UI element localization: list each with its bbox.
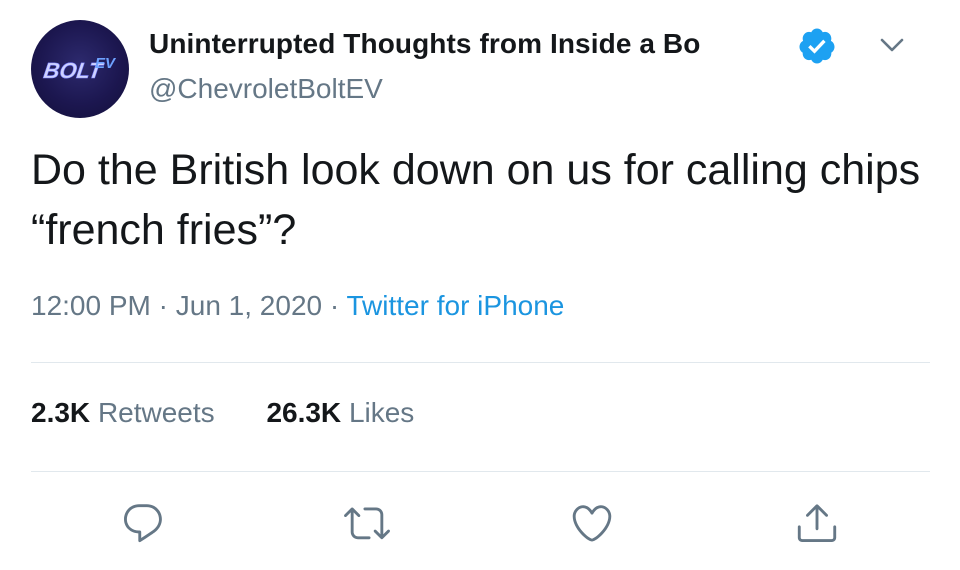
- likes-count: 26.3K: [266, 397, 342, 428]
- tweet-metadata: 12:00 PM · Jun 1, 2020 · Twitter for iPh…: [31, 290, 564, 322]
- retweet-icon: [344, 507, 390, 540]
- tweet-time[interactable]: 12:00 PM: [31, 290, 151, 321]
- likes-label: Likes: [348, 397, 415, 428]
- engagement-stats: 2.3K Retweets 26.3K Likes: [31, 397, 414, 429]
- tweet-text: Do the British look down on us for calli…: [31, 146, 921, 254]
- tweet-date[interactable]: Jun 1, 2020: [176, 290, 322, 321]
- tweet-source-link[interactable]: Twitter for iPhone: [346, 290, 564, 321]
- verified-badge-icon: [799, 28, 835, 64]
- retweets-label: Retweets: [97, 397, 215, 428]
- heart-icon: [572, 505, 612, 542]
- avatar[interactable]: BOLT EV: [31, 20, 129, 118]
- reply-button[interactable]: [120, 500, 166, 546]
- retweets-count: 2.3K: [31, 397, 91, 428]
- user-handle[interactable]: @ChevroletBoltEV: [149, 73, 383, 105]
- meta-separator: ·: [158, 290, 168, 321]
- share-button[interactable]: [794, 500, 840, 546]
- bolt-ev-logo: BOLT EV: [42, 55, 117, 83]
- retweet-button[interactable]: [344, 500, 390, 546]
- divider: [31, 471, 930, 472]
- retweets-stat[interactable]: 2.3K Retweets: [31, 397, 215, 429]
- svg-text:EV: EV: [95, 55, 117, 72]
- display-name[interactable]: Uninterrupted Thoughts from Inside a Bo: [149, 28, 700, 60]
- divider: [31, 362, 930, 363]
- chevron-down-icon[interactable]: [877, 33, 907, 57]
- reply-icon: [124, 504, 162, 543]
- share-icon: [797, 504, 837, 543]
- likes-stat[interactable]: 26.3K Likes: [266, 397, 414, 429]
- meta-separator: ·: [329, 290, 340, 321]
- like-button[interactable]: [569, 500, 615, 546]
